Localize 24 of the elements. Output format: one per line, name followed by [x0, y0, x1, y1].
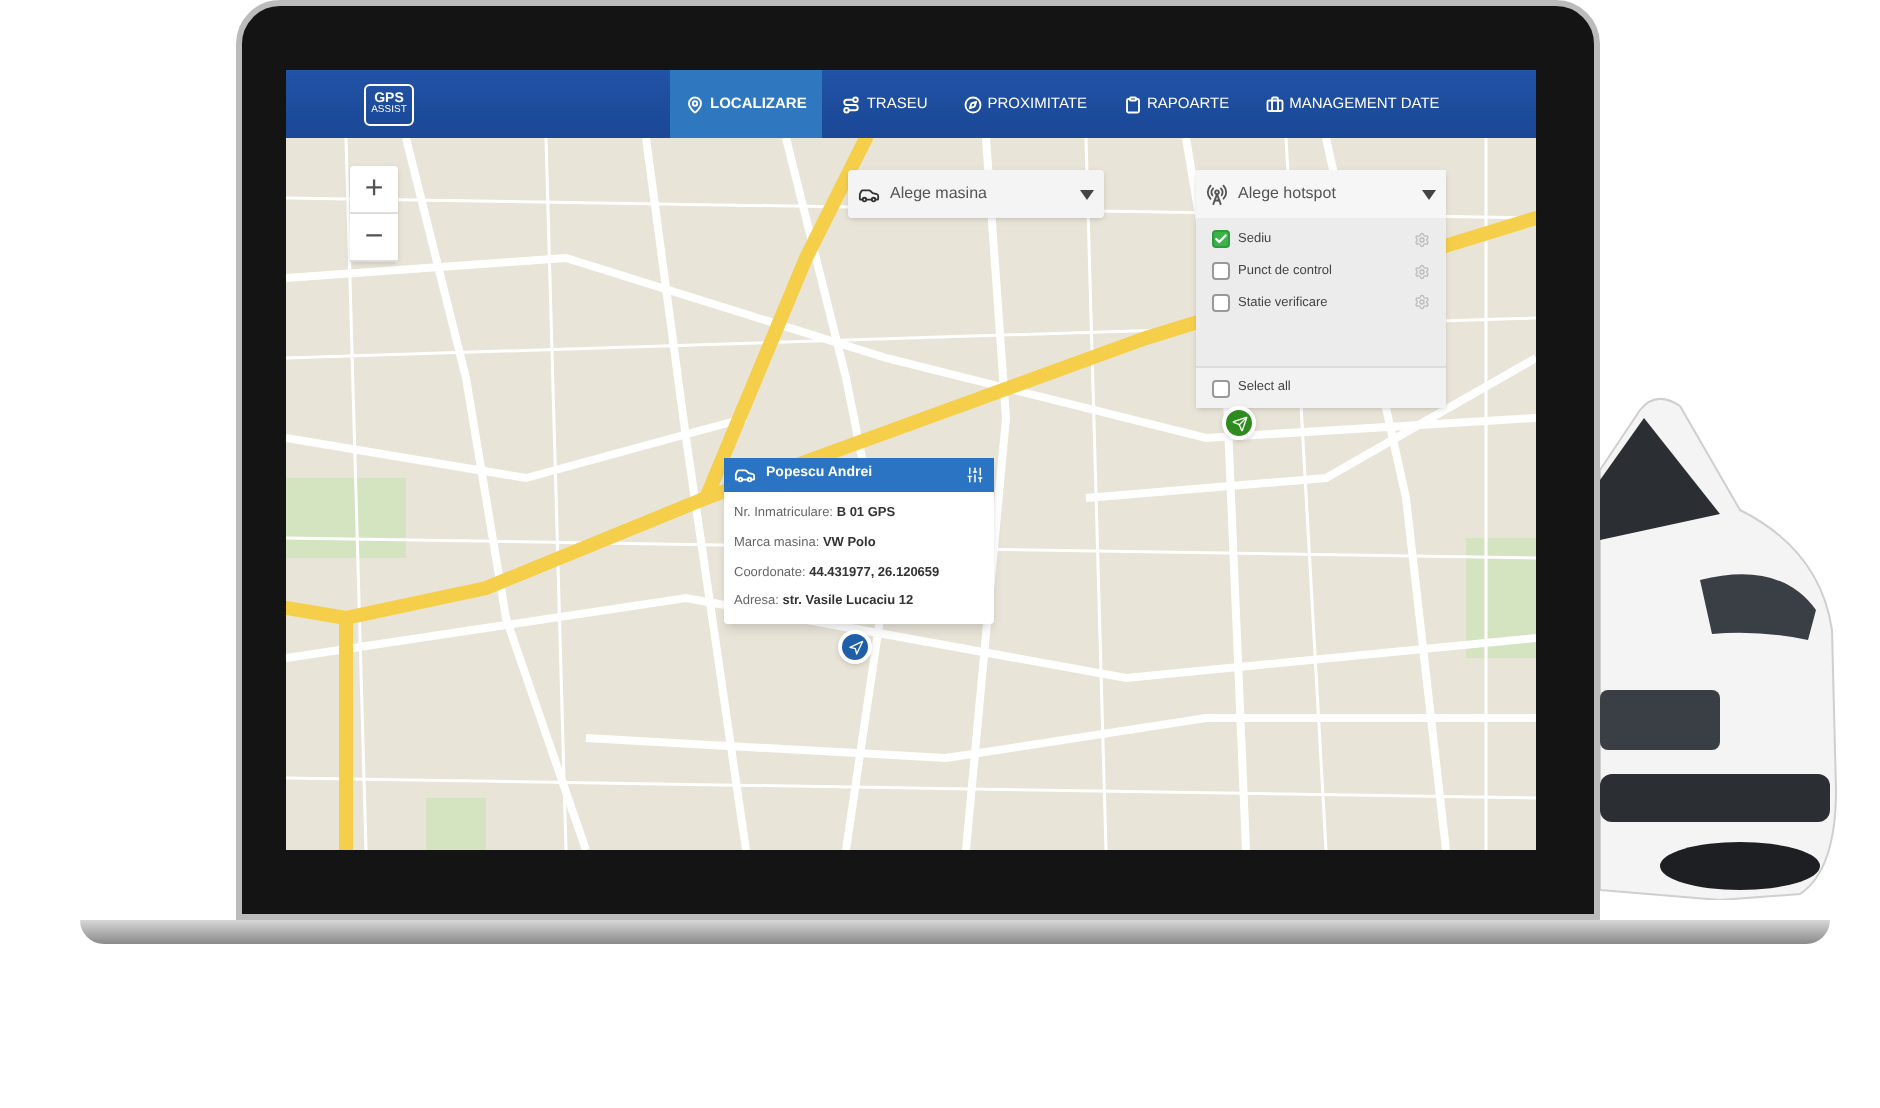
- clipboard-icon: [1123, 95, 1141, 113]
- settings-icon[interactable]: [1414, 263, 1430, 280]
- caret-icon: [1422, 189, 1436, 199]
- checkbox[interactable]: [1212, 293, 1230, 312]
- vehicle-dropdown[interactable]: Alege masina: [848, 170, 1104, 218]
- sliders-icon[interactable]: [966, 466, 984, 484]
- briefcase-icon: [1265, 95, 1284, 113]
- checkbox[interactable]: [1212, 262, 1230, 281]
- zoom-out-button[interactable]: −: [350, 214, 398, 262]
- zoom-in-button[interactable]: +: [350, 166, 398, 214]
- antenna-icon: [1206, 183, 1228, 205]
- checkbox[interactable]: [1212, 230, 1230, 249]
- settings-icon[interactable]: [1414, 231, 1430, 248]
- check-icon: [1214, 232, 1228, 247]
- send-arrow-icon: [1231, 415, 1247, 431]
- route-icon: [842, 95, 861, 113]
- car-icon: [734, 464, 756, 486]
- hotspot-dropdown[interactable]: Alege hotspot: [1196, 170, 1446, 218]
- caret-icon: [1080, 189, 1094, 199]
- navigation-arrow-icon: [847, 639, 863, 655]
- checkbox[interactable]: [1212, 379, 1230, 398]
- settings-icon[interactable]: [1414, 294, 1430, 311]
- compass-icon: [963, 95, 982, 113]
- map-pin-icon: [686, 95, 704, 113]
